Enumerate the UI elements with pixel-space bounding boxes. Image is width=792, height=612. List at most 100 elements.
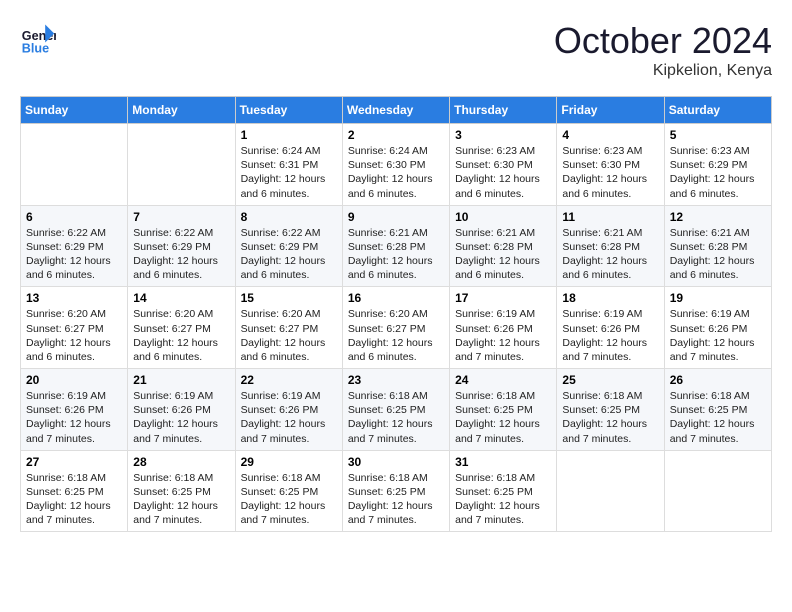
calendar-cell: 28 Sunrise: 6:18 AM Sunset: 6:25 PM Dayli… — [128, 450, 235, 532]
cell-info: Sunrise: 6:23 AM Sunset: 6:30 PM Dayligh… — [455, 144, 551, 201]
cell-content: 9 Sunrise: 6:21 AM Sunset: 6:28 PM Daylig… — [348, 210, 444, 283]
cell-info: Sunrise: 6:20 AM Sunset: 6:27 PM Dayligh… — [26, 307, 122, 364]
logo: General Blue — [20, 20, 56, 56]
cell-content: 23Sunrise: 6:18 AM Sunset: 6:25 PM Dayli… — [348, 373, 444, 446]
day-number: 7 — [133, 210, 229, 224]
calendar-cell: 4Sunrise: 6:23 AM Sunset: 6:30 PM Daylig… — [557, 124, 664, 206]
day-number: 17 — [455, 291, 551, 305]
day-number: 28 — [133, 455, 229, 469]
day-number: 1 — [241, 128, 337, 142]
cell-content: 14Sunrise: 6:20 AM Sunset: 6:27 PM Dayli… — [133, 291, 229, 364]
day-number: 5 — [670, 128, 766, 142]
cell-content: 13Sunrise: 6:20 AM Sunset: 6:27 PM Dayli… — [26, 291, 122, 364]
cell-content: 15 Sunrise: 6:20 AM Sunset: 6:27 PM Dayli… — [241, 291, 337, 364]
day-number: 20 — [26, 373, 122, 387]
cell-info: Sunrise: 6:24 AM Sunset: 6:30 PM Dayligh… — [348, 144, 444, 201]
day-number: 4 — [562, 128, 658, 142]
cell-content: 12Sunrise: 6:21 AM Sunset: 6:28 PM Dayli… — [670, 210, 766, 283]
logo-icon: General Blue — [20, 20, 56, 56]
cell-info: Sunrise: 6:21 AM Sunset: 6:28 PM Dayligh… — [455, 226, 551, 283]
calendar-cell: 3 Sunrise: 6:23 AM Sunset: 6:30 PM Daylig… — [450, 124, 557, 206]
calendar-week-1: 1 Sunrise: 6:24 AM Sunset: 6:31 PM Daylig… — [21, 124, 772, 206]
calendar-cell: 18 Sunrise: 6:19 AM Sunset: 6:26 PM Dayli… — [557, 287, 664, 369]
cell-info: Sunrise: 6:21 AM Sunset: 6:28 PM Dayligh… — [670, 226, 766, 283]
day-number: 3 — [455, 128, 551, 142]
cell-content: 7 Sunrise: 6:22 AM Sunset: 6:29 PM Daylig… — [133, 210, 229, 283]
calendar-cell: 30 Sunrise: 6:18 AM Sunset: 6:25 PM Dayli… — [342, 450, 449, 532]
calendar-cell: 16Sunrise: 6:20 AM Sunset: 6:27 PM Dayli… — [342, 287, 449, 369]
calendar-cell: 12Sunrise: 6:21 AM Sunset: 6:28 PM Dayli… — [664, 205, 771, 287]
cell-info: Sunrise: 6:18 AM Sunset: 6:25 PM Dayligh… — [348, 471, 444, 528]
cell-content: 10Sunrise: 6:21 AM Sunset: 6:28 PM Dayli… — [455, 210, 551, 283]
day-number: 26 — [670, 373, 766, 387]
cell-content: 28 Sunrise: 6:18 AM Sunset: 6:25 PM Dayli… — [133, 455, 229, 528]
calendar-cell — [557, 450, 664, 532]
calendar-cell — [128, 124, 235, 206]
calendar-cell: 21Sunrise: 6:19 AM Sunset: 6:26 PM Dayli… — [128, 369, 235, 451]
day-number: 30 — [348, 455, 444, 469]
calendar-cell: 31Sunrise: 6:18 AM Sunset: 6:25 PM Dayli… — [450, 450, 557, 532]
cell-info: Sunrise: 6:20 AM Sunset: 6:27 PM Dayligh… — [241, 307, 337, 364]
day-header-sunday: Sunday — [21, 97, 128, 124]
cell-info: Sunrise: 6:19 AM Sunset: 6:26 PM Dayligh… — [455, 307, 551, 364]
calendar-table: SundayMondayTuesdayWednesdayThursdayFrid… — [20, 96, 772, 532]
calendar-week-4: 20 Sunrise: 6:19 AM Sunset: 6:26 PM Dayli… — [21, 369, 772, 451]
calendar-header-row: SundayMondayTuesdayWednesdayThursdayFrid… — [21, 97, 772, 124]
day-header-wednesday: Wednesday — [342, 97, 449, 124]
day-number: 16 — [348, 291, 444, 305]
month-title: October 2024 — [554, 20, 772, 62]
calendar-cell: 22Sunrise: 6:19 AM Sunset: 6:26 PM Dayli… — [235, 369, 342, 451]
cell-content: 4Sunrise: 6:23 AM Sunset: 6:30 PM Daylig… — [562, 128, 658, 201]
cell-info: Sunrise: 6:21 AM Sunset: 6:28 PM Dayligh… — [348, 226, 444, 283]
cell-content: 22Sunrise: 6:19 AM Sunset: 6:26 PM Dayli… — [241, 373, 337, 446]
calendar-cell — [21, 124, 128, 206]
cell-content: 20 Sunrise: 6:19 AM Sunset: 6:26 PM Dayli… — [26, 373, 122, 446]
cell-info: Sunrise: 6:22 AM Sunset: 6:29 PM Dayligh… — [133, 226, 229, 283]
cell-content: 1 Sunrise: 6:24 AM Sunset: 6:31 PM Daylig… — [241, 128, 337, 201]
day-number: 31 — [455, 455, 551, 469]
cell-info: Sunrise: 6:18 AM Sunset: 6:25 PM Dayligh… — [133, 471, 229, 528]
day-number: 9 — [348, 210, 444, 224]
day-header-friday: Friday — [557, 97, 664, 124]
cell-content: 27 Sunrise: 6:18 AM Sunset: 6:25 PM Dayli… — [26, 455, 122, 528]
cell-content: 6Sunrise: 6:22 AM Sunset: 6:29 PM Daylig… — [26, 210, 122, 283]
cell-content: 30 Sunrise: 6:18 AM Sunset: 6:25 PM Dayli… — [348, 455, 444, 528]
cell-content: 29Sunrise: 6:18 AM Sunset: 6:25 PM Dayli… — [241, 455, 337, 528]
cell-info: Sunrise: 6:24 AM Sunset: 6:31 PM Dayligh… — [241, 144, 337, 201]
calendar-cell: 7 Sunrise: 6:22 AM Sunset: 6:29 PM Daylig… — [128, 205, 235, 287]
cell-info: Sunrise: 6:19 AM Sunset: 6:26 PM Dayligh… — [562, 307, 658, 364]
cell-info: Sunrise: 6:21 AM Sunset: 6:28 PM Dayligh… — [562, 226, 658, 283]
day-number: 15 — [241, 291, 337, 305]
cell-info: Sunrise: 6:18 AM Sunset: 6:25 PM Dayligh… — [562, 389, 658, 446]
cell-info: Sunrise: 6:19 AM Sunset: 6:26 PM Dayligh… — [26, 389, 122, 446]
day-number: 19 — [670, 291, 766, 305]
cell-info: Sunrise: 6:19 AM Sunset: 6:26 PM Dayligh… — [670, 307, 766, 364]
page-header: General Blue October 2024 Kipkelion, Ken… — [20, 20, 772, 80]
calendar-cell: 25Sunrise: 6:18 AM Sunset: 6:25 PM Dayli… — [557, 369, 664, 451]
day-number: 8 — [241, 210, 337, 224]
calendar-cell: 6Sunrise: 6:22 AM Sunset: 6:29 PM Daylig… — [21, 205, 128, 287]
calendar-cell — [664, 450, 771, 532]
calendar-cell: 17 Sunrise: 6:19 AM Sunset: 6:26 PM Dayli… — [450, 287, 557, 369]
cell-info: Sunrise: 6:18 AM Sunset: 6:25 PM Dayligh… — [26, 471, 122, 528]
day-number: 14 — [133, 291, 229, 305]
day-header-monday: Monday — [128, 97, 235, 124]
cell-content: 3 Sunrise: 6:23 AM Sunset: 6:30 PM Daylig… — [455, 128, 551, 201]
cell-content: 17 Sunrise: 6:19 AM Sunset: 6:26 PM Dayli… — [455, 291, 551, 364]
cell-content: 2Sunrise: 6:24 AM Sunset: 6:30 PM Daylig… — [348, 128, 444, 201]
day-number: 27 — [26, 455, 122, 469]
day-number: 6 — [26, 210, 122, 224]
calendar-cell: 10Sunrise: 6:21 AM Sunset: 6:28 PM Dayli… — [450, 205, 557, 287]
calendar-cell: 29Sunrise: 6:18 AM Sunset: 6:25 PM Dayli… — [235, 450, 342, 532]
location-title: Kipkelion, Kenya — [554, 62, 772, 80]
calendar-cell: 20 Sunrise: 6:19 AM Sunset: 6:26 PM Dayli… — [21, 369, 128, 451]
cell-info: Sunrise: 6:19 AM Sunset: 6:26 PM Dayligh… — [241, 389, 337, 446]
day-header-tuesday: Tuesday — [235, 97, 342, 124]
day-number: 18 — [562, 291, 658, 305]
calendar-cell: 27 Sunrise: 6:18 AM Sunset: 6:25 PM Dayli… — [21, 450, 128, 532]
calendar-week-3: 13Sunrise: 6:20 AM Sunset: 6:27 PM Dayli… — [21, 287, 772, 369]
title-section: October 2024 Kipkelion, Kenya — [554, 20, 772, 80]
day-number: 23 — [348, 373, 444, 387]
calendar-cell: 11Sunrise: 6:21 AM Sunset: 6:28 PM Dayli… — [557, 205, 664, 287]
cell-info: Sunrise: 6:19 AM Sunset: 6:26 PM Dayligh… — [133, 389, 229, 446]
